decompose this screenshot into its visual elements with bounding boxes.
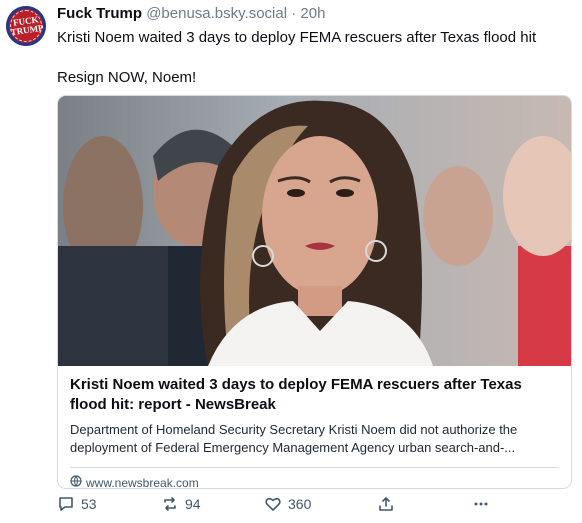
card-description: Department of Homeland Security Secretar… [70,422,518,455]
more-icon [472,495,490,513]
reply-count: 53 [81,496,97,512]
post-header: Fuck Trump @benusa.bsky.social · 20h [57,5,325,22]
author-handle[interactable]: @benusa.bsky.social [146,5,287,22]
post-time[interactable]: 20h [300,5,325,22]
repost-button[interactable]: 94 [161,495,201,513]
card-body: Kristi Noem waited 3 days to deploy FEMA… [58,366,571,489]
reply-icon [57,495,75,513]
card-domain-row[interactable]: www.newsbreak.com [70,468,559,489]
author-name[interactable]: Fuck Trump [57,5,142,22]
header-separator: · [291,5,297,22]
reply-button[interactable]: 53 [57,495,97,513]
link-card[interactable]: Kristi Noem waited 3 days to deploy FEMA… [57,95,572,489]
repost-icon [161,495,179,513]
action-bar: 53 94 360 [57,495,517,517]
like-button[interactable]: 360 [264,495,311,513]
card-title[interactable]: Kristi Noem waited 3 days to deploy FEMA… [70,375,559,415]
more-button[interactable] [472,495,490,513]
globe-icon [70,475,82,488]
share-icon [377,495,395,513]
post[interactable]: FUCK TRUMP Fuck Trump @benusa.bsky.social… [0,0,582,523]
card-image [58,96,571,366]
card-domain: www.newsbreak.com [86,475,199,489]
heart-icon [264,495,282,513]
post-text: Kristi Noem waited 3 days to deploy FEMA… [57,29,537,86]
avatar[interactable]: FUCK TRUMP [6,6,46,46]
share-button[interactable] [377,495,395,513]
repost-count: 94 [185,496,201,512]
like-count: 360 [288,496,312,512]
card-photo [58,96,571,366]
